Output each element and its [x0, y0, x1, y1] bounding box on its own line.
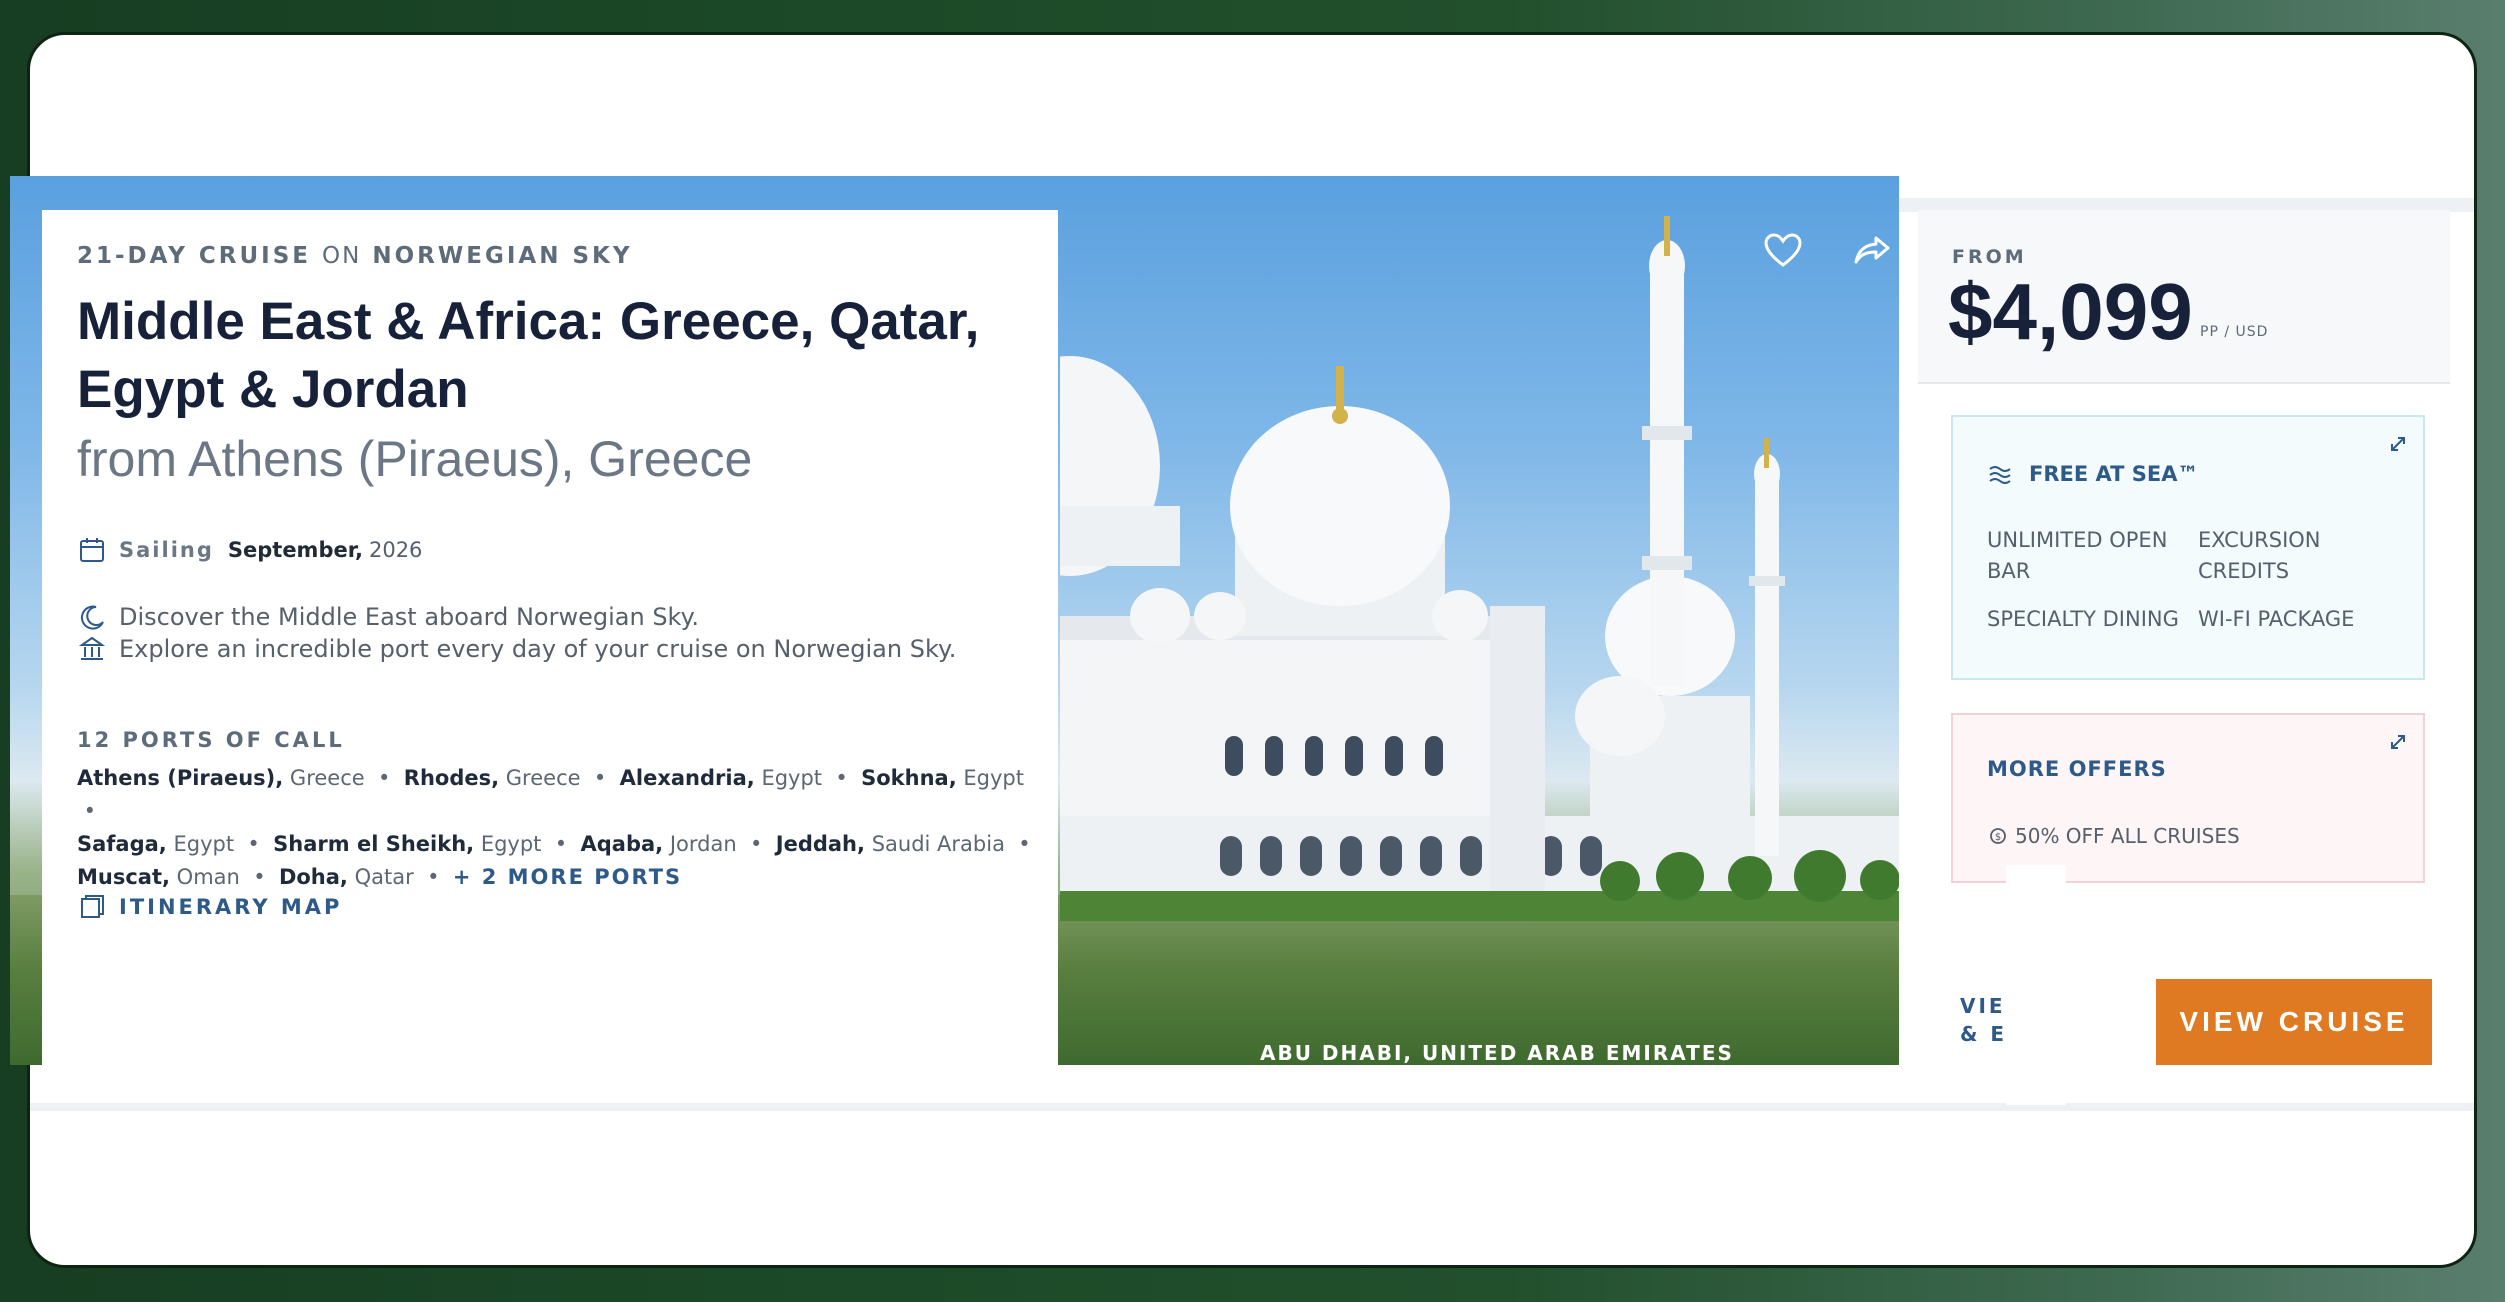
expand-icon[interactable] [2389, 435, 2407, 457]
sailing-label: Sailing [119, 538, 214, 562]
free-at-sea-title: FREE AT SEA™ [1987, 459, 2199, 489]
port-item: Safaga, Egypt [77, 832, 235, 856]
image-caption: ABU DHABI, UNITED ARAB EMIRATES [1260, 1041, 1734, 1065]
dollar-icon: $ [1987, 821, 2009, 851]
cruise-subtitle: from Athens (Piraeus), Greece [77, 431, 753, 487]
perk-item: SPECIALTY DINING [1987, 607, 2179, 631]
port-item: Sokhna, Egypt [861, 766, 1024, 790]
more-offers-box[interactable]: MORE OFFERS $ 50% OFF ALL CRUISES [1951, 713, 2425, 883]
cruise-eyebrow: 21-DAY CRUISE ON NORWEGIAN SKY [77, 243, 633, 269]
port-item: Jeddah, Saudi Arabia [775, 832, 1005, 856]
port-item: Alexandria, Egypt [619, 766, 823, 790]
waves-icon [1987, 459, 2017, 489]
sailing-month: September, [227, 538, 363, 562]
price-value: $4,099 [1948, 267, 2193, 356]
more-offers-title: MORE OFFERS [1987, 757, 2167, 781]
heart-icon[interactable] [1763, 232, 1803, 272]
ports-heading: 12 PORTS OF CALL [77, 728, 345, 752]
moon-icon [77, 602, 107, 632]
share-icon[interactable] [1852, 232, 1892, 272]
port-item: Aqaba, Jordan [580, 832, 737, 856]
sailing-info: Sailing September, 2026 [77, 535, 422, 565]
bottom-divider [30, 1103, 2474, 1111]
port-item: Muscat, Oman [77, 865, 240, 889]
port-item: Athens (Piraeus), Greece [77, 766, 365, 790]
port-item: Doha, Qatar [278, 865, 414, 889]
free-at-sea-box[interactable]: FREE AT SEA™ UNLIMITED OPEN BAR EXCURSION… [1951, 415, 2425, 680]
ports-list: Athens (Piraeus), Greece • Rhodes, Greec… [77, 766, 1031, 889]
from-label: FROM [1952, 246, 2027, 268]
more-ports-link[interactable]: + 2 MORE PORTS [453, 865, 682, 889]
map-icon [77, 892, 107, 922]
temple-icon [77, 634, 107, 664]
price-box: FROM $4,099 PP / USD [1918, 210, 2450, 384]
feature-item: Discover the Middle East aboard Norwegia… [77, 602, 699, 632]
itinerary-map-link[interactable]: ITINERARY MAP [77, 892, 342, 922]
cruise-title[interactable]: Middle East & Africa: Greece, Qatar, Egy… [77, 288, 1037, 424]
calendar-icon [77, 535, 107, 565]
perk-item: WI-FI PACKAGE [2198, 607, 2355, 631]
cruise-info-card: 21-DAY CRUISE ON NORWEGIAN SKY Middle Ea… [42, 210, 1058, 1065]
feature-item: Explore an incredible port every day of … [77, 634, 956, 664]
svg-text:$: $ [1995, 832, 2001, 843]
offer-item: $ 50% OFF ALL CRUISES [1987, 821, 2240, 851]
price-unit: PP / USD [2200, 324, 2269, 340]
sailing-year: 2026 [368, 538, 423, 562]
overlay-mask [2006, 865, 2066, 1105]
mosque-illustration [1060, 216, 1899, 921]
perk-item: UNLIMITED OPEN BAR [1987, 528, 2168, 583]
pricing-panel: FROM $4,099 PP / USD FREE AT SEA™ UNLIMI… [1918, 210, 2450, 1105]
view-cruise-button[interactable]: VIEW CRUISE [2156, 979, 2432, 1065]
perk-item: EXCURSION CREDITS [2198, 528, 2321, 583]
expand-icon[interactable] [2389, 733, 2407, 755]
port-item: Rhodes, Greece [403, 766, 581, 790]
port-item: Sharm el Sheikh, Egypt [273, 832, 542, 856]
